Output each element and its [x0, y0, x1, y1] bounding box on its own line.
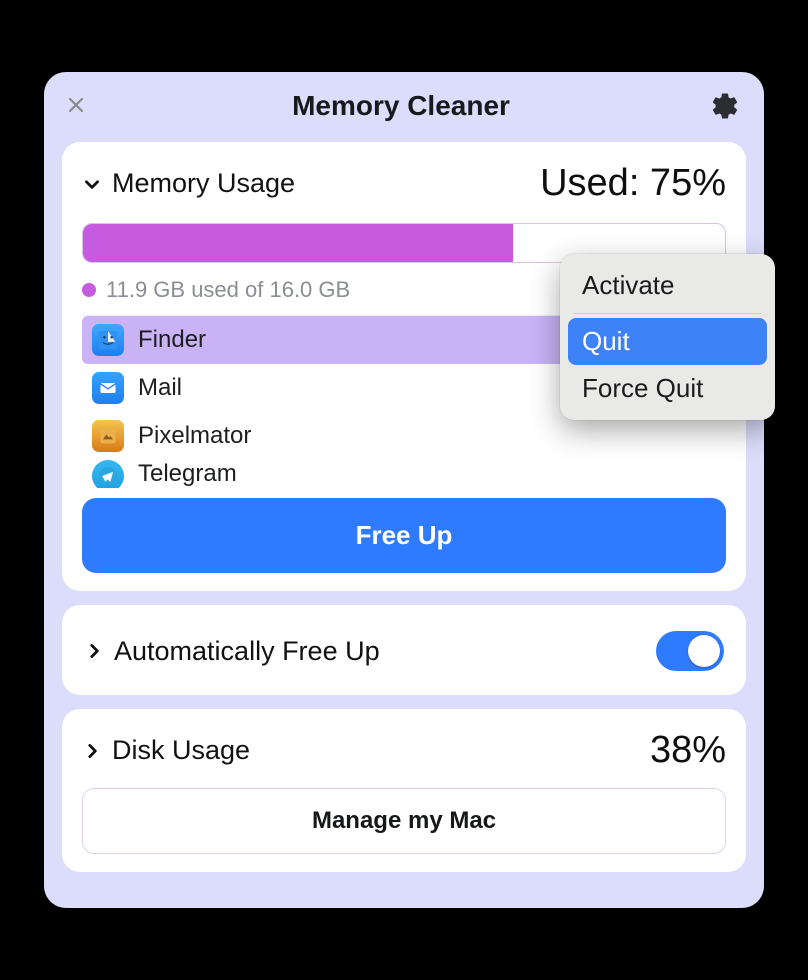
app-label: Mail [138, 374, 182, 402]
manage-my-mac-button[interactable]: Manage my Mac [82, 788, 726, 854]
disk-percent-label: 38% [650, 729, 726, 772]
mail-icon [92, 372, 124, 404]
chevron-right-icon [82, 741, 102, 761]
auto-free-up-toggle[interactable] [656, 631, 724, 671]
context-menu: Activate Quit Force Quit [560, 254, 775, 420]
disk-section-header[interactable]: Disk Usage 38% [82, 729, 726, 772]
auto-free-up-card: Automatically Free Up [62, 605, 746, 695]
auto-section-header[interactable]: Automatically Free Up [84, 636, 380, 667]
app-row-telegram[interactable]: Telegram [82, 460, 726, 488]
disk-section-title: Disk Usage [112, 735, 250, 766]
gear-icon[interactable] [710, 91, 740, 121]
memory-usage-detail: 11.9 GB used of 16.0 GB [106, 277, 350, 303]
app-label: Finder [138, 326, 206, 354]
free-up-button[interactable]: Free Up [82, 498, 726, 573]
menu-item-activate[interactable]: Activate [568, 262, 767, 309]
toggle-knob [688, 635, 720, 667]
close-icon[interactable] [68, 95, 92, 117]
chevron-right-icon [84, 641, 104, 661]
auto-free-up-label: Automatically Free Up [114, 636, 380, 667]
menu-separator [574, 313, 761, 314]
usage-dot-icon [82, 283, 96, 297]
menu-item-force-quit[interactable]: Force Quit [568, 365, 767, 412]
app-title: Memory Cleaner [92, 90, 710, 122]
titlebar: Memory Cleaner [44, 72, 764, 136]
app-window: Memory Cleaner Memory Usage Used: 75% 11… [44, 72, 764, 908]
menu-item-quit[interactable]: Quit [568, 318, 767, 365]
memory-section-header[interactable]: Memory Usage Used: 75% [82, 162, 726, 205]
app-label: Telegram [138, 460, 237, 488]
memory-section-title: Memory Usage [112, 168, 295, 199]
memory-used-label: Used: 75% [540, 162, 726, 205]
chevron-down-icon [82, 174, 102, 194]
memory-progress-fill [83, 224, 513, 262]
telegram-icon [92, 460, 124, 488]
pixelmator-icon [92, 420, 124, 452]
finder-icon [92, 324, 124, 356]
disk-usage-card: Disk Usage 38% Manage my Mac [62, 709, 746, 872]
app-label: Pixelmator [138, 422, 251, 450]
